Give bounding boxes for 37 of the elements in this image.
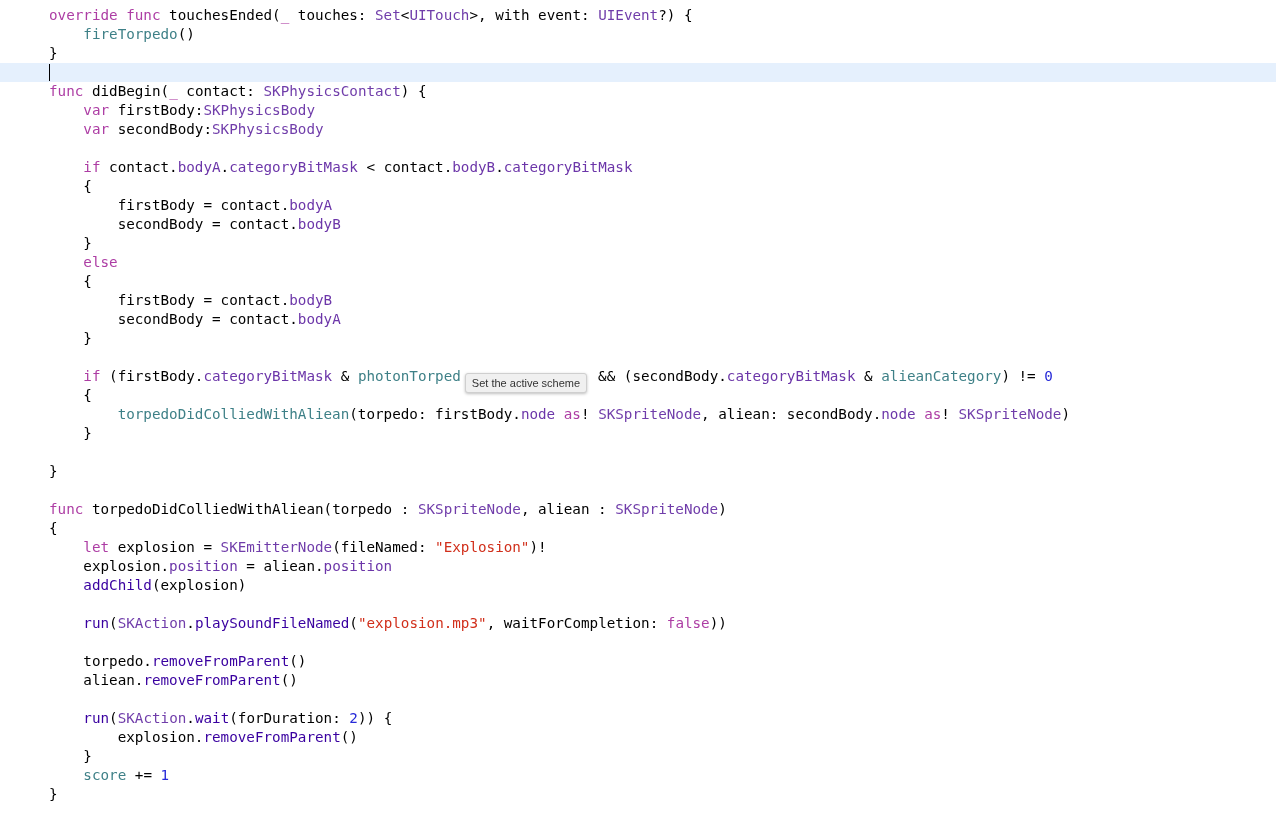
code-line: func didBegin(_ contact: SKPhysicsContact) { [49,82,427,101]
code-line: override func touchesEnded(_ touches: Set<UITouch>, with event: UIEvent?) { [49,6,693,25]
code-line: run(SKAction.playSoundFileNamed("explosion.mp3", waitForCompletion: false)) [82,614,727,633]
code-line: let explosion = SKEmitterNode(fileNamed: "Explosion")! [82,538,547,557]
code-line: score += 1 [82,766,170,785]
code-line: if (firstBody.categoryBitMask & photonTorped [82,367,461,386]
code-line: { [82,272,92,291]
code-line: explosion.removeFromParent() [116,728,358,747]
code-line: } [49,785,58,804]
code-line: firstBody = contact.bodyB [116,291,333,310]
code-line: { [82,177,92,196]
code-line: addChild(explosion) [82,576,247,595]
code-line: aliean.removeFromParent() [82,671,298,690]
code-line: } [49,44,58,63]
code-line: { [82,386,92,405]
code-line: && (secondBody.categoryBitMask & alieanCategory) != 0 [598,367,1053,386]
code-line: else [82,253,118,272]
text-cursor [49,64,50,81]
code-line: firstBody = contact.bodyA [116,196,333,215]
code-line: var firstBody:SKPhysicsBody [82,101,315,120]
code-line: run(SKAction.wait(forDuration: 2)) { [82,709,393,728]
code-line: if contact.bodyA.categoryBitMask < contact.bodyB.categoryBitMask [82,158,633,177]
code-line: secondBody = contact.bodyB [116,215,341,234]
tooltip: Set the active scheme [464,373,588,393]
code-line: var secondBody:SKPhysicsBody [82,120,324,139]
code-line: secondBody = contact.bodyA [116,310,341,329]
code-line: fireTorpedo() [82,25,195,44]
code-line: } [82,329,92,348]
code-line: } [82,234,92,253]
code-line: } [82,424,92,443]
code-line: explosion.position = aliean.position [82,557,393,576]
code-line: } [82,747,92,766]
code-line: func torpedoDidColliedWithAliean(torpedo : SKSpriteNode, aliean : SKSpriteNode) [49,500,727,519]
code-line: torpedoDidColliedWithAliean(torpedo: firstBody.node as! SKSpriteNode, aliean: secondBody.node as! SKSpriteNode) [116,405,1071,424]
code-line: } [49,462,58,481]
code-line: torpedo.removeFromParent() [82,652,307,671]
code-line: { [49,519,58,538]
